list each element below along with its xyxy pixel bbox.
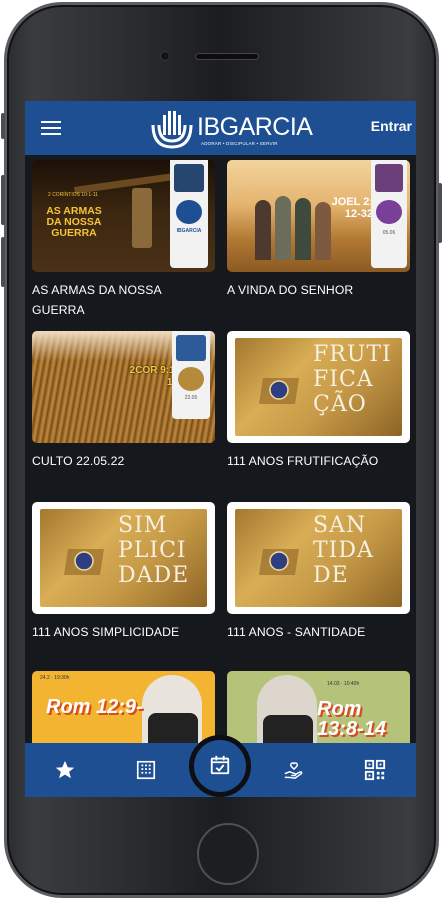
sermon-card[interactable]: JOEL 2: 12-32 05.06 A VINDA DO SENHOR xyxy=(227,160,410,300)
thumb-ribbon: 22.05 xyxy=(172,331,210,419)
sermon-thumbnail: 2 CORÍNTIOS 10:1-11 AS ARMAS DA NOSSA GU… xyxy=(32,160,215,272)
badge-date: 22.05 xyxy=(184,395,198,401)
sermon-card[interactable]: SIM PLICI DADE 111 ANOS SIMPLICIDADE xyxy=(32,502,215,642)
hand-heart-icon[interactable] xyxy=(283,759,305,781)
person-silhouette xyxy=(295,198,311,260)
church-logo: IBGARCIA ADORAR • DISCIPULAR • SERVIR xyxy=(149,107,313,151)
sermon-grid: 2 CORÍNTIOS 10:1-11 AS ARMAS DA NOSSA GU… xyxy=(25,155,416,797)
calendar-check-icon xyxy=(210,755,230,775)
sermon-thumbnail: SIM PLICI DADE xyxy=(32,502,215,614)
sermon-title: AS ARMAS DA NOSSA GUERRA xyxy=(32,283,162,317)
volume-down-button xyxy=(1,237,5,287)
pastor-photo xyxy=(375,164,403,192)
anniversary-emblem-icon xyxy=(64,549,104,575)
sermon-title: A VINDA DO SENHOR xyxy=(227,283,354,297)
thumb-verse: 2 CORÍNTIOS 10:1-11 xyxy=(48,192,98,198)
volume-up-button xyxy=(1,175,5,225)
sermon-card[interactable]: 2COR 9:1-15 22.05 CULTO 22.05.22 xyxy=(32,331,215,471)
thumb-verse: Rom 13:8-14 xyxy=(317,698,386,740)
sermon-card[interactable]: 2 CORÍNTIOS 10:1-11 AS ARMAS DA NOSSA GU… xyxy=(32,160,215,320)
sermon-thumbnail: JOEL 2: 12-32 05.06 xyxy=(227,160,410,272)
thumb-big-word: SAN TIDA DE xyxy=(313,513,374,588)
logo-subtext: ADORAR • DISCIPULAR • SERVIR xyxy=(201,141,278,146)
pastor-photo xyxy=(176,335,206,361)
thumb-headline: AS ARMAS DA NOSSA GUERRA xyxy=(46,205,102,239)
sermon-title: 111 ANOS SIMPLICIDADE xyxy=(32,625,180,639)
sermon-thumbnail: 2COR 9:1-15 22.05 xyxy=(32,331,215,443)
building-icon[interactable] xyxy=(135,759,157,781)
badge-text: IBGARCIA xyxy=(176,228,202,234)
thumb-ribbon: 05.06 xyxy=(371,160,407,268)
anniversary-emblem-icon xyxy=(259,549,299,575)
earpiece-speaker xyxy=(195,53,259,60)
gold-banner: FRUTI FICA ÇÃO xyxy=(235,338,402,436)
thumb-big-word: FRUTI FICA ÇÃO xyxy=(313,342,392,417)
thumb-big-word: SIM PLICI DADE xyxy=(118,513,190,588)
sermon-card[interactable]: SAN TIDA DE 111 ANOS - SANTIDADE xyxy=(227,502,410,642)
logo-text: IBGARCIA xyxy=(197,113,313,141)
power-button xyxy=(438,183,442,243)
calendar-button[interactable] xyxy=(189,735,251,797)
login-button[interactable]: Entrar xyxy=(371,118,412,134)
sermon-title: 111 ANOS - SANTIDADE xyxy=(227,625,366,639)
sermon-title: CULTO 22.05.22 xyxy=(32,454,125,468)
star-icon[interactable] xyxy=(54,759,76,781)
sermon-card[interactable]: FRUTI FICA ÇÃO 111 ANOS FRUTIFICAÇÃO xyxy=(227,331,410,471)
logo-flame-icon xyxy=(151,111,193,149)
top-app-bar: IBGARCIA ADORAR • DISCIPULAR • SERVIR En… xyxy=(25,101,416,155)
gold-banner: SIM PLICI DADE xyxy=(40,509,207,607)
person-silhouette xyxy=(255,200,271,260)
app-screen: IBGARCIA ADORAR • DISCIPULAR • SERVIR En… xyxy=(25,101,416,797)
home-button[interactable] xyxy=(197,823,259,885)
bottom-navigation xyxy=(25,735,416,797)
qr-code-icon[interactable] xyxy=(364,759,386,781)
badge-date: 24.2 · 19:30h xyxy=(40,675,70,681)
sermon-thumbnail: FRUTI FICA ÇÃO xyxy=(227,331,410,443)
pastor-photo xyxy=(174,164,204,192)
thumb-verse: 2COR 9:1-15 xyxy=(129,365,178,388)
badge-logo-icon xyxy=(176,200,202,224)
badge-date: 14.03 · 10:40h xyxy=(327,681,360,687)
stump xyxy=(132,188,152,248)
badge-date: 05.06 xyxy=(382,230,396,236)
hamburger-menu-icon[interactable] xyxy=(41,121,61,135)
badge-logo-icon xyxy=(376,200,402,224)
badge-logo-icon xyxy=(178,367,204,391)
gold-banner: SAN TIDA DE xyxy=(235,509,402,607)
front-camera xyxy=(160,51,170,61)
mute-switch xyxy=(1,113,5,139)
person-silhouette xyxy=(275,196,291,260)
sermon-thumbnail: SAN TIDA DE xyxy=(227,502,410,614)
sword-blade xyxy=(73,173,175,194)
thumb-ribbon: IBGARCIA xyxy=(170,160,208,268)
sermon-title: 111 ANOS FRUTIFICAÇÃO xyxy=(227,454,379,468)
thumb-verse: Rom 12:9- xyxy=(46,696,143,718)
anniversary-emblem-icon xyxy=(259,378,299,404)
thumb-verse: JOEL 2: 12-32 xyxy=(331,196,373,220)
